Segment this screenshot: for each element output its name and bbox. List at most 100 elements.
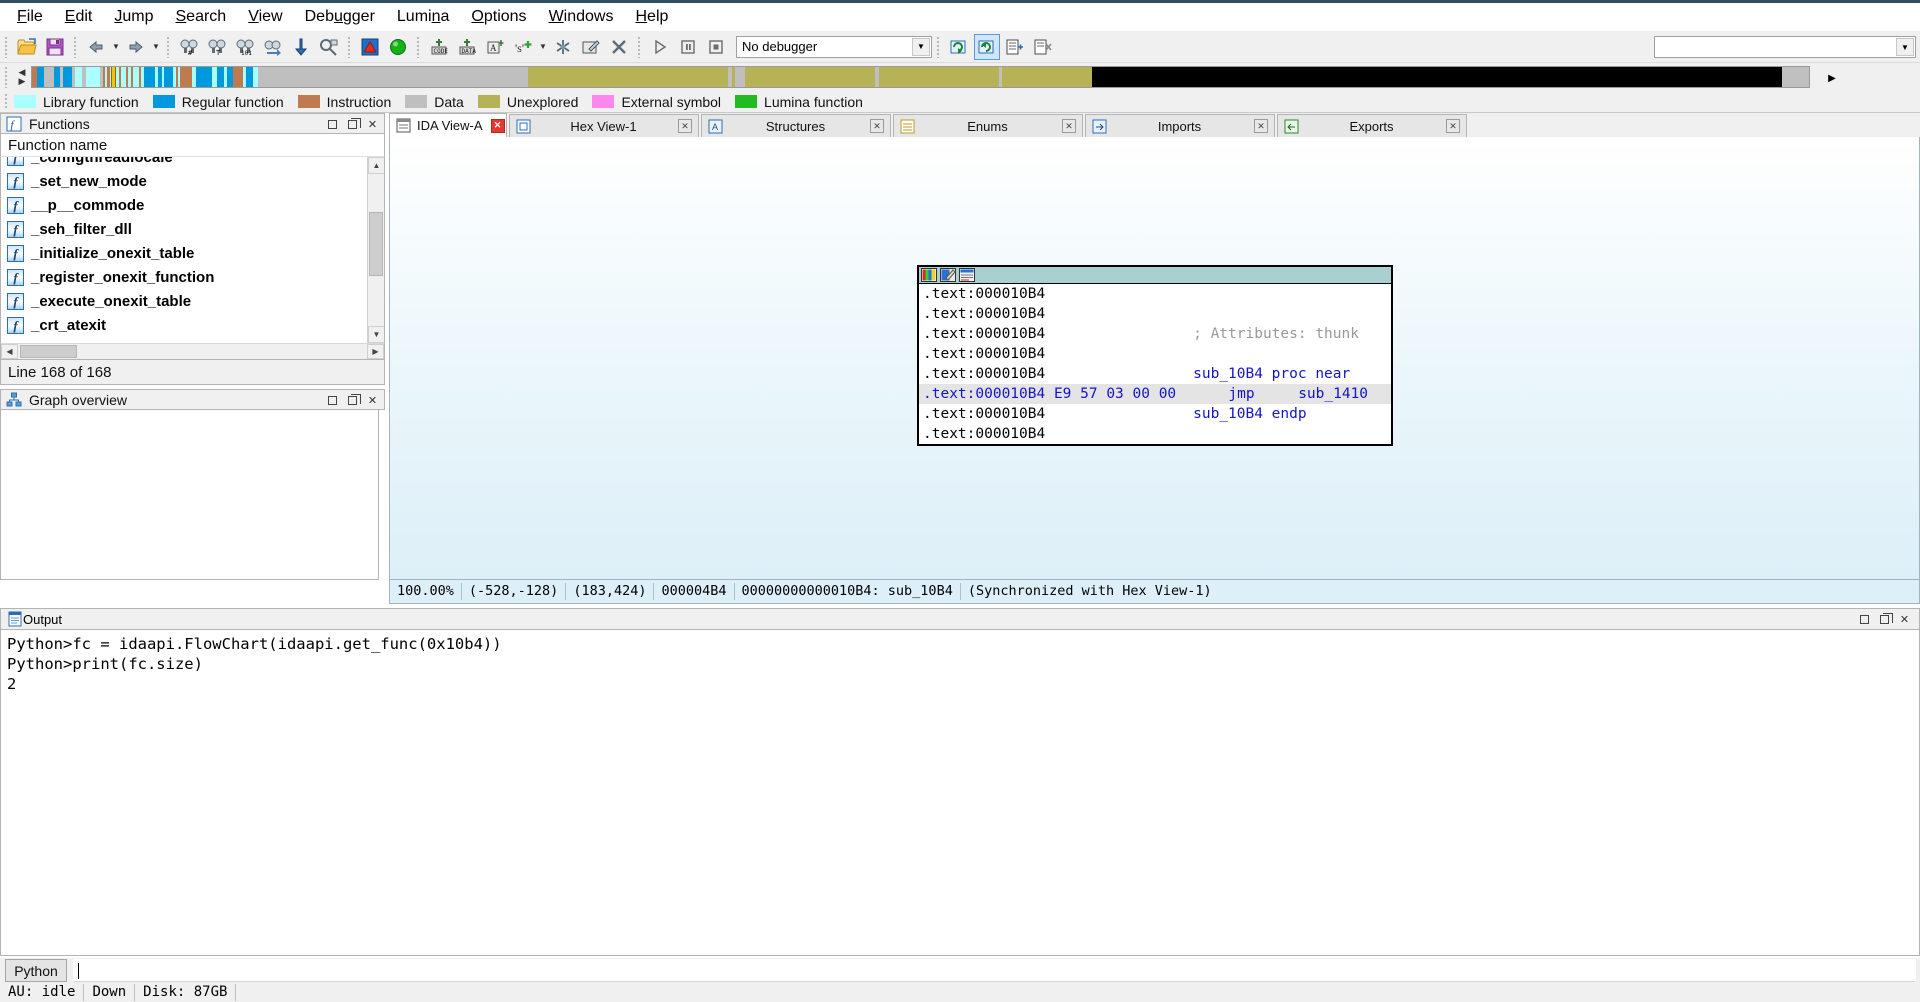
edit-function-button[interactable] bbox=[578, 34, 604, 60]
menu-item-jump[interactable]: Jump bbox=[103, 5, 164, 29]
chevron-down-icon[interactable]: ▼ bbox=[912, 37, 930, 56]
menu-item-edit[interactable]: Edit bbox=[54, 5, 104, 29]
graph-overview-restore-button[interactable] bbox=[344, 392, 361, 408]
navigator-cursor[interactable] bbox=[111, 67, 116, 87]
graph-node-titlebar[interactable] bbox=[919, 267, 1391, 284]
tab-hex-view-1[interactable]: Hex View-1 ✕ bbox=[509, 114, 699, 137]
tab-exports[interactable]: Exports ✕ bbox=[1277, 114, 1467, 137]
graph-overview-maximize-button[interactable] bbox=[324, 392, 341, 408]
toolbar-grip-7[interactable] bbox=[935, 35, 942, 58]
tab-close-icon[interactable]: ✕ bbox=[1062, 119, 1076, 133]
search-next-button[interactable] bbox=[316, 34, 342, 60]
functions-list[interactable]: f _configthreadlocale f _set_new_mode f __p__… bbox=[0, 157, 385, 343]
function-list-item[interactable]: f __p__commode bbox=[1, 193, 367, 217]
toolbar-grip-4[interactable] bbox=[346, 35, 353, 58]
lumina-push-button[interactable] bbox=[974, 33, 1000, 60]
open-file-button[interactable] bbox=[14, 34, 40, 60]
function-list-item[interactable]: f _initialize_onexit_table bbox=[1, 241, 367, 265]
menu-item-help[interactable]: Help bbox=[624, 5, 679, 29]
toolbar-grip-5[interactable] bbox=[415, 35, 422, 58]
jump-to-xref-button[interactable] bbox=[288, 34, 314, 60]
disassembly-line[interactable]: .text:000010B4 bbox=[919, 304, 1391, 324]
jump-to-address-button[interactable]: # bbox=[176, 34, 202, 60]
menu-item-options[interactable]: Options bbox=[460, 5, 537, 29]
terminate-process-button[interactable] bbox=[703, 34, 729, 60]
menu-item-file[interactable]: File bbox=[6, 5, 54, 29]
functions-maximize-button[interactable] bbox=[324, 116, 341, 132]
python-command-input[interactable] bbox=[73, 959, 1916, 982]
toolbar-grip-3[interactable] bbox=[165, 35, 172, 58]
navigator-grip[interactable] bbox=[3, 66, 10, 88]
scroll-up-arrow-icon[interactable]: ▲ bbox=[368, 157, 384, 174]
functions-vertical-scrollbar[interactable]: ▲ ▼ bbox=[367, 157, 384, 343]
function-list-item[interactable]: f _execute_onexit_table bbox=[1, 289, 367, 313]
start-process-button[interactable] bbox=[647, 34, 673, 60]
disassembly-line[interactable]: .text:000010B4 sub_10B4 endp bbox=[919, 404, 1391, 424]
output-maximize-button[interactable] bbox=[1856, 611, 1873, 627]
make-code-button[interactable]: CODE bbox=[426, 34, 452, 60]
jump-to-entry-point-button[interactable] bbox=[260, 34, 286, 60]
chevron-down-icon-2[interactable]: ▼ bbox=[1896, 38, 1914, 56]
tab-close-icon[interactable]: ✕ bbox=[678, 119, 692, 133]
jump-to-segment-button[interactable]: 101 bbox=[232, 34, 258, 60]
function-list-item[interactable]: f _seh_filter_dll bbox=[1, 217, 367, 241]
disassembly-line[interactable]: .text:000010B4 sub_10B4 proc near bbox=[919, 364, 1391, 384]
functions-close-button[interactable]: ✕ bbox=[364, 116, 381, 132]
nav-right-arrow-icon[interactable]: ▶ bbox=[19, 77, 26, 86]
tab-enums[interactable]: Enums ✕ bbox=[893, 114, 1083, 137]
functions-column-header[interactable]: Function name bbox=[0, 134, 385, 157]
function-list-item[interactable]: f _configthreadlocale bbox=[1, 157, 367, 169]
scroll-left-arrow-icon[interactable]: ◀ bbox=[1, 344, 18, 359]
functions-scroll-thumb[interactable] bbox=[369, 212, 383, 276]
functions-restore-button[interactable] bbox=[344, 116, 361, 132]
toolbar-grip-2[interactable] bbox=[72, 35, 79, 58]
function-list-item[interactable]: f _register_onexit_function bbox=[1, 265, 367, 289]
warnings-button[interactable] bbox=[357, 34, 383, 60]
toolbar-grip-6[interactable] bbox=[636, 35, 643, 58]
make-string-button[interactable]: 's' bbox=[510, 34, 536, 60]
make-array-button[interactable]: A bbox=[482, 34, 508, 60]
make-string-dropdown[interactable]: ▼ bbox=[537, 34, 549, 60]
node-properties-icon[interactable] bbox=[959, 268, 975, 282]
python-language-button[interactable]: Python bbox=[5, 959, 67, 982]
disassembly-line[interactable]: .text:000010B4 bbox=[919, 424, 1391, 444]
graph-node-body[interactable]: .text:000010B4 .text:000010B4 .text:000010… bbox=[919, 284, 1391, 444]
toolbar-far-combo[interactable]: ▼ bbox=[1654, 36, 1916, 58]
function-list-item[interactable]: f _set_new_mode bbox=[1, 169, 367, 193]
tab-imports[interactable]: Imports ✕ bbox=[1085, 114, 1275, 137]
color-palette-icon[interactable] bbox=[921, 268, 937, 282]
graph-overview-canvas[interactable] bbox=[0, 410, 379, 580]
menu-item-lumina[interactable]: Lumina bbox=[386, 5, 461, 29]
disassembly-line[interactable]: .text:000010B4 bbox=[919, 344, 1391, 364]
disassembly-line[interactable]: .text:000010B4 ; Attributes: thunk bbox=[919, 324, 1391, 344]
tab-close-icon[interactable]: ✕ bbox=[490, 118, 505, 133]
output-restore-button[interactable] bbox=[1876, 611, 1893, 627]
menu-item-windows[interactable]: Windows bbox=[538, 5, 625, 29]
save-file-button[interactable] bbox=[42, 34, 68, 60]
undo-patch-button[interactable] bbox=[1030, 34, 1056, 60]
disassembly-line[interactable]: .text:000010B4 bbox=[919, 284, 1391, 304]
make-data-button[interactable]: DATA bbox=[454, 34, 480, 60]
graph-overview-close-button[interactable]: ✕ bbox=[364, 392, 381, 408]
navigator-end-arrow[interactable]: ▶ bbox=[1819, 67, 1845, 89]
tab-close-icon[interactable]: ✕ bbox=[1254, 119, 1268, 133]
legend-grip[interactable] bbox=[3, 93, 10, 110]
pause-process-button[interactable] bbox=[675, 34, 701, 60]
toolbar-grip[interactable] bbox=[3, 35, 10, 58]
debugger-select[interactable]: No debugger ▼ bbox=[736, 35, 932, 58]
scroll-right-arrow-icon[interactable]: ▶ bbox=[367, 344, 384, 359]
jump-by-name-button[interactable]: T bbox=[204, 34, 230, 60]
menu-item-search[interactable]: Search bbox=[165, 5, 238, 29]
functions-horizontal-scrollbar[interactable]: ◀ ▶ bbox=[0, 343, 385, 360]
graph-node-sub-10B4[interactable]: .text:000010B4 .text:000010B4 .text:000010… bbox=[917, 265, 1393, 446]
apply-patches-button[interactable] bbox=[1002, 34, 1028, 60]
navigate-forward-dropdown[interactable]: ▼ bbox=[150, 34, 162, 60]
output-close-button[interactable]: ✕ bbox=[1896, 611, 1913, 627]
navigate-back-button[interactable] bbox=[83, 34, 109, 60]
undefine-button[interactable] bbox=[550, 34, 576, 60]
navigator-strip[interactable] bbox=[31, 66, 1810, 88]
tab-ida-view-a[interactable]: IDA View-A ✕ bbox=[389, 113, 507, 137]
tab-close-icon[interactable]: ✕ bbox=[1446, 119, 1460, 133]
disassembly-line[interactable]: .text:000010B4 E9 57 03 00 00 jmp sub_141… bbox=[919, 384, 1391, 404]
tab-close-icon[interactable]: ✕ bbox=[870, 119, 884, 133]
